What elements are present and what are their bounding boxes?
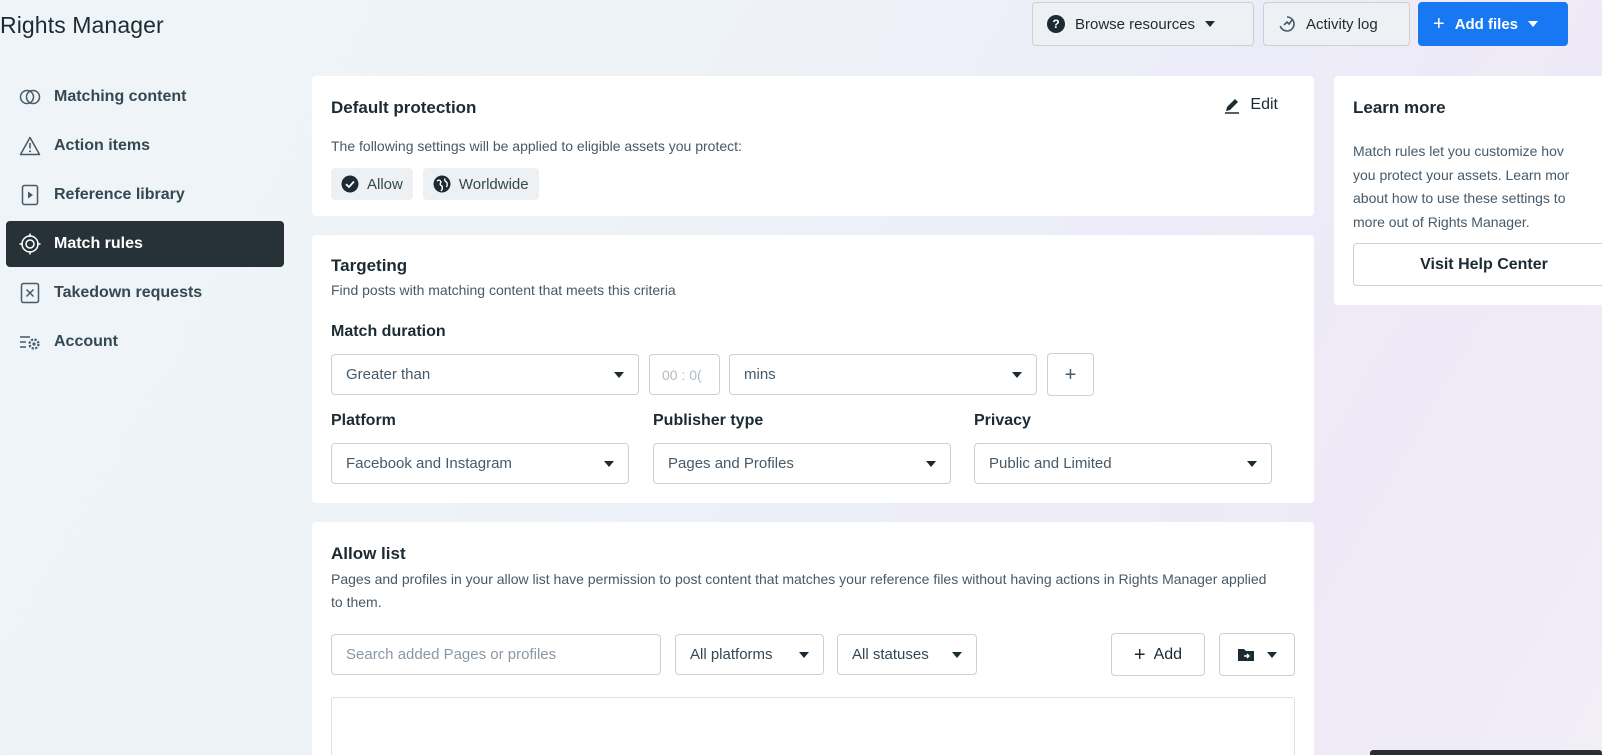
search-placeholder: Search added Pages or profiles: [346, 646, 557, 663]
allow-list-card: Allow list Pages and profiles in your al…: [312, 522, 1314, 755]
chevron-down-icon: [614, 371, 624, 378]
folder-menu-button[interactable]: [1219, 633, 1295, 676]
sidebar-item-takedown-requests[interactable]: Takedown requests: [6, 270, 284, 316]
publisher-type-label: Publisher type: [653, 412, 764, 429]
platform-filter-select[interactable]: All platforms: [675, 634, 824, 675]
app-title: Rights Manager: [0, 12, 164, 38]
browse-resources-button[interactable]: ? Browse resources: [1032, 2, 1254, 46]
worldwide-chip: Worldwide: [422, 168, 539, 200]
pencil-icon: [1225, 99, 1240, 114]
chip-label: Worldwide: [458, 175, 529, 193]
sidebar-item-label: Account: [54, 333, 118, 350]
chevron-down-icon: [1528, 21, 1539, 27]
platform-label: Platform: [331, 412, 396, 429]
sidebar-item-label: Matching content: [54, 88, 187, 105]
sidebar-nav: Matching content Action items Reference …: [0, 74, 284, 368]
takedown-icon: [18, 281, 42, 305]
activity-log-icon: [1279, 16, 1295, 32]
reference-library-icon: [18, 183, 42, 207]
learn-more-card: Learn more Match rules let you customize…: [1334, 76, 1602, 305]
learn-more-line: about how to use these settings to: [1353, 190, 1566, 206]
targeting-subtitle: Find posts with matching content that me…: [331, 282, 676, 298]
default-protection-card: Default protection Edit The following se…: [312, 76, 1314, 216]
visit-help-center-label: Visit Help Center: [1420, 255, 1548, 273]
duration-placeholder: 00 : 0(: [662, 366, 702, 383]
sidebar-item-label: Takedown requests: [54, 284, 203, 301]
sidebar-item-account[interactable]: Account: [6, 319, 284, 365]
learn-more-line: more out of Rights Manager.: [1353, 213, 1530, 230]
target-icon: [18, 232, 42, 256]
chevron-down-icon: [1205, 21, 1216, 27]
browse-resources-label: Browse resources: [1075, 15, 1196, 33]
select-value: Public and Limited: [989, 455, 1112, 472]
chevron-down-icon: [952, 651, 962, 658]
select-value: All platforms: [690, 646, 773, 663]
protection-chips: Allow Worldwide: [331, 168, 539, 200]
duration-operator-select[interactable]: Greater than: [331, 354, 639, 395]
chip-label: Allow: [367, 175, 403, 193]
add-label: Add: [1153, 645, 1183, 663]
chevron-down-icon: [1267, 651, 1277, 658]
learn-more-line: you protect your assets. Learn mor: [1353, 166, 1570, 183]
account-settings-icon: [18, 330, 42, 354]
status-filter-select[interactable]: All statuses: [837, 634, 977, 675]
select-value: mins: [744, 366, 776, 383]
chevron-down-icon: [926, 460, 936, 467]
plus-icon: +: [1133, 643, 1146, 666]
chevron-down-icon: [604, 460, 614, 467]
default-protection-title: Default protection: [331, 98, 477, 117]
learn-more-title: Learn more: [1353, 98, 1446, 117]
allow-chip: Allow: [331, 168, 413, 200]
globe-icon: [433, 175, 451, 193]
add-files-label: Add files: [1454, 15, 1519, 33]
add-allow-list-button[interactable]: + Add: [1111, 633, 1205, 676]
match-duration-label: Match duration: [331, 323, 446, 340]
learn-more-text: Match rules let you customize hov you pr…: [1353, 140, 1602, 234]
privacy-label: Privacy: [974, 412, 1031, 429]
folder-icon: [1238, 648, 1254, 661]
learn-more-line: Match rules let you customize hov: [1353, 143, 1564, 159]
plus-icon: +: [1064, 363, 1077, 386]
activity-log-button[interactable]: Activity log: [1263, 2, 1410, 46]
sidebar-item-matching-content[interactable]: Matching content: [6, 74, 284, 120]
sidebar-item-reference-library[interactable]: Reference library: [6, 172, 284, 218]
add-files-button[interactable]: + Add files: [1418, 2, 1568, 46]
help-icon: ?: [1047, 15, 1065, 33]
allow-list-search-input[interactable]: Search added Pages or profiles: [331, 634, 661, 675]
duration-time-input[interactable]: 00 : 0(: [649, 354, 720, 395]
allow-list-title: Allow list: [331, 544, 406, 563]
duration-unit-select[interactable]: mins: [729, 354, 1037, 395]
sidebar-item-action-items[interactable]: Action items: [6, 123, 284, 169]
plus-icon: +: [1433, 13, 1445, 35]
add-duration-button[interactable]: +: [1047, 353, 1094, 396]
select-value: Facebook and Instagram: [346, 455, 512, 472]
sidebar-item-label: Match rules: [54, 235, 143, 252]
select-value: Pages and Profiles: [668, 455, 794, 472]
sidebar-item-match-rules[interactable]: Match rules: [6, 221, 284, 267]
allow-list-description: Pages and profiles in your allow list ha…: [331, 571, 1267, 610]
select-value: All statuses: [852, 646, 929, 663]
edit-button[interactable]: Edit: [1223, 96, 1278, 114]
visit-help-center-button[interactable]: Visit Help Center: [1353, 243, 1602, 286]
matching-content-icon: [18, 85, 42, 109]
select-value: Greater than: [346, 366, 431, 383]
chevron-down-icon: [1012, 371, 1022, 378]
platform-select[interactable]: Facebook and Instagram: [331, 443, 629, 484]
targeting-card: Targeting Find posts with matching conte…: [312, 235, 1314, 503]
default-protection-description: The following settings will be applied t…: [331, 138, 742, 154]
privacy-select[interactable]: Public and Limited: [974, 443, 1272, 484]
allow-list-table: [331, 697, 1295, 755]
edit-label: Edit: [1250, 96, 1278, 113]
sidebar-item-label: Reference library: [54, 186, 185, 203]
taskbar-edge: [1370, 750, 1602, 755]
publisher-type-select[interactable]: Pages and Profiles: [653, 443, 951, 484]
targeting-title: Targeting: [331, 256, 408, 275]
sidebar-item-label: Action items: [54, 137, 151, 154]
chevron-down-icon: [1247, 460, 1257, 467]
check-circle-icon: [341, 175, 359, 193]
activity-log-label: Activity log: [1306, 15, 1378, 33]
warning-icon: [18, 134, 42, 158]
chevron-down-icon: [799, 651, 809, 658]
